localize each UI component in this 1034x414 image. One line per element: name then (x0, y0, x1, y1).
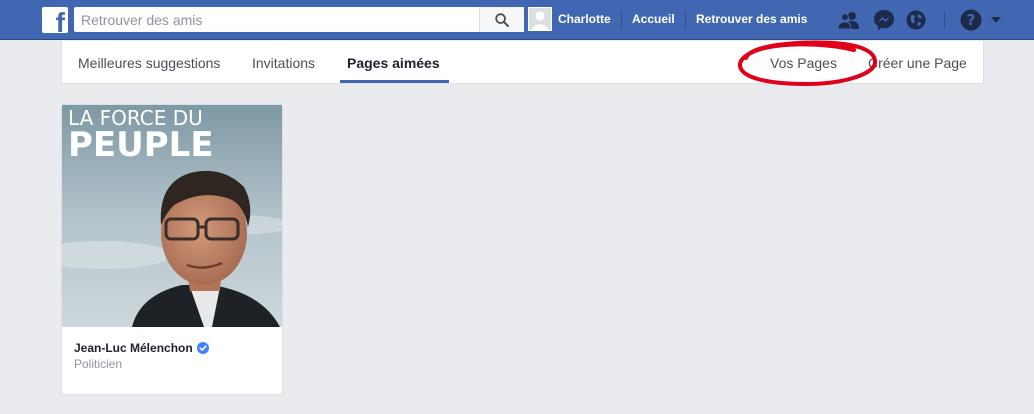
search-icon (495, 12, 509, 27)
caret-down-icon (991, 17, 1001, 23)
find-friends-link[interactable]: Retrouver des amis (696, 12, 807, 26)
poster-headline-2: PEUPLE (68, 125, 214, 165)
search-button[interactable] (479, 7, 524, 32)
tab-strip: Meilleures suggestions Invitations Pages… (61, 41, 984, 84)
verified-badge-icon (196, 342, 209, 354)
avatar[interactable] (528, 7, 552, 31)
create-page-link[interactable]: Créer une Page (868, 55, 967, 71)
friend-requests-button[interactable] (837, 8, 861, 32)
search-input[interactable] (74, 7, 474, 32)
page-name: Jean-Luc Mélenchon (74, 341, 193, 355)
notifications-button[interactable] (904, 8, 928, 32)
divider (944, 11, 945, 29)
home-link[interactable]: Accueil (632, 12, 675, 26)
page-cover-image[interactable]: LA FORCE DU PEUPLE (62, 105, 282, 327)
divider (621, 11, 622, 29)
notifications-globe-icon (906, 10, 926, 30)
tab-your-pages[interactable]: Vos Pages (770, 55, 837, 71)
page-category: Politicien (74, 357, 123, 371)
svg-text:?: ? (967, 11, 976, 29)
divider (685, 11, 686, 29)
messenger-icon (874, 10, 894, 30)
tab-liked-pages[interactable]: Pages aimées (347, 55, 440, 71)
help-icon: ? (960, 9, 982, 31)
profile-link[interactable]: Charlotte (558, 12, 611, 26)
facebook-logo-icon[interactable]: f (42, 7, 68, 33)
account-menu-button[interactable] (988, 8, 1004, 32)
help-button[interactable]: ? (959, 8, 983, 32)
active-tab-indicator (340, 80, 449, 83)
tab-best-suggestions[interactable]: Meilleures suggestions (78, 55, 220, 71)
liked-page-card[interactable]: LA FORCE DU PEUPLE Jean-Luc Mélenchon Po… (61, 104, 283, 395)
page-name-link[interactable]: Jean-Luc Mélenchon (74, 341, 209, 355)
default-avatar-icon (529, 8, 551, 30)
search-box (74, 7, 524, 32)
top-navigation-bar: f Charlotte Accueil Retrouver des amis (0, 0, 1034, 40)
friend-requests-icon (837, 12, 859, 30)
tab-invitations[interactable]: Invitations (252, 55, 315, 71)
messenger-button[interactable] (872, 8, 896, 32)
